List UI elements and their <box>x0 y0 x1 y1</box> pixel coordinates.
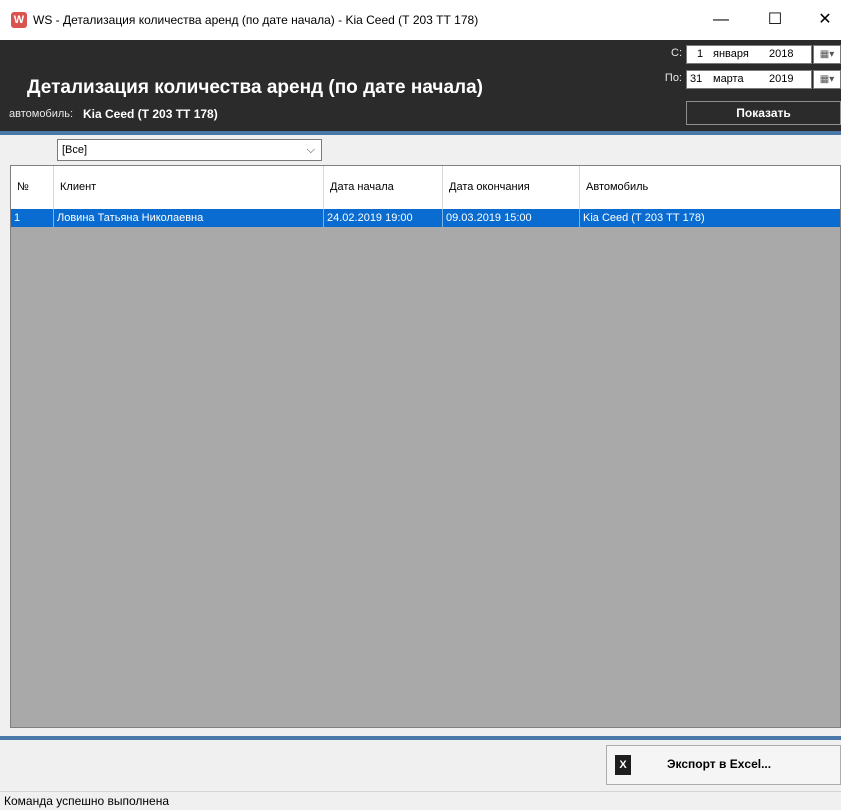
date-to-day[interactable]: 31 <box>690 71 702 88</box>
window-titlebar: W WS - Детализация количества аренд (по … <box>0 0 841 40</box>
date-to-picker[interactable]: 31 марта 2019 <box>686 70 812 89</box>
close-button[interactable]: ✕ <box>805 0 841 40</box>
column-header-start-date[interactable]: Дата начала <box>324 166 443 209</box>
maximize-button[interactable]: ☐ <box>755 0 795 40</box>
window-title: WS - Детализация количества аренд (по да… <box>33 13 479 27</box>
car-value: Kia Ceed (Т 203 ТТ 178) <box>83 107 218 121</box>
date-from-day[interactable]: 1 <box>697 46 703 63</box>
export-excel-button[interactable]: X Экспорт в Excel... <box>606 745 841 785</box>
client-filter-select[interactable]: [Все] ⌵ <box>57 139 322 161</box>
date-to-month[interactable]: марта <box>713 71 744 88</box>
status-text: Команда успешно выполнена <box>4 794 170 808</box>
date-from-picker[interactable]: 1 января 2018 <box>686 45 812 64</box>
cell-start-date[interactable]: 24.02.2019 19:00 <box>324 209 443 227</box>
header-divider <box>0 131 841 135</box>
page-title: Детализация количества аренд (по дате на… <box>27 77 483 98</box>
footer-divider <box>0 736 841 740</box>
minimize-button[interactable]: — <box>701 0 741 40</box>
chevron-down-icon[interactable]: ⌵ <box>307 140 315 160</box>
column-header-client[interactable]: Клиент <box>54 166 324 209</box>
column-header-car[interactable]: Автомобиль <box>580 166 840 209</box>
rentals-table[interactable]: № Клиент Дата начала Дата окончания Авто… <box>10 165 841 728</box>
date-to-year[interactable]: 2019 <box>769 71 793 88</box>
date-from-label: С: <box>671 47 682 59</box>
export-button-label: Экспорт в Excel... <box>667 757 772 771</box>
show-button[interactable]: Показать <box>686 101 841 125</box>
column-header-end-date[interactable]: Дата окончания <box>443 166 580 209</box>
filter-value: [Все] <box>62 144 88 156</box>
app-icon: W <box>11 12 27 28</box>
column-header-number[interactable]: № <box>11 166 54 209</box>
status-bar: Команда успешно выполнена <box>0 791 841 810</box>
date-from-year[interactable]: 2018 <box>769 46 793 63</box>
date-to-label: По: <box>664 72 682 84</box>
cell-client[interactable]: Ловина Татьяна Николаевна <box>54 209 324 227</box>
calendar-from-icon[interactable]: ▦▾ <box>813 45 841 64</box>
calendar-to-icon[interactable]: ▦▾ <box>813 70 841 89</box>
cell-car[interactable]: Kia Ceed (Т 203 ТТ 178) <box>580 209 840 227</box>
cell-number[interactable]: 1 <box>11 209 54 227</box>
date-from-month[interactable]: января <box>713 46 749 63</box>
table-header: № Клиент Дата начала Дата окончания Авто… <box>11 166 840 210</box>
cell-end-date[interactable]: 09.03.2019 15:00 <box>443 209 580 227</box>
excel-file-icon: X <box>615 755 631 775</box>
table-row[interactable]: 1 Ловина Татьяна Николаевна 24.02.2019 1… <box>11 209 840 227</box>
car-label: автомобиль: <box>9 108 74 120</box>
